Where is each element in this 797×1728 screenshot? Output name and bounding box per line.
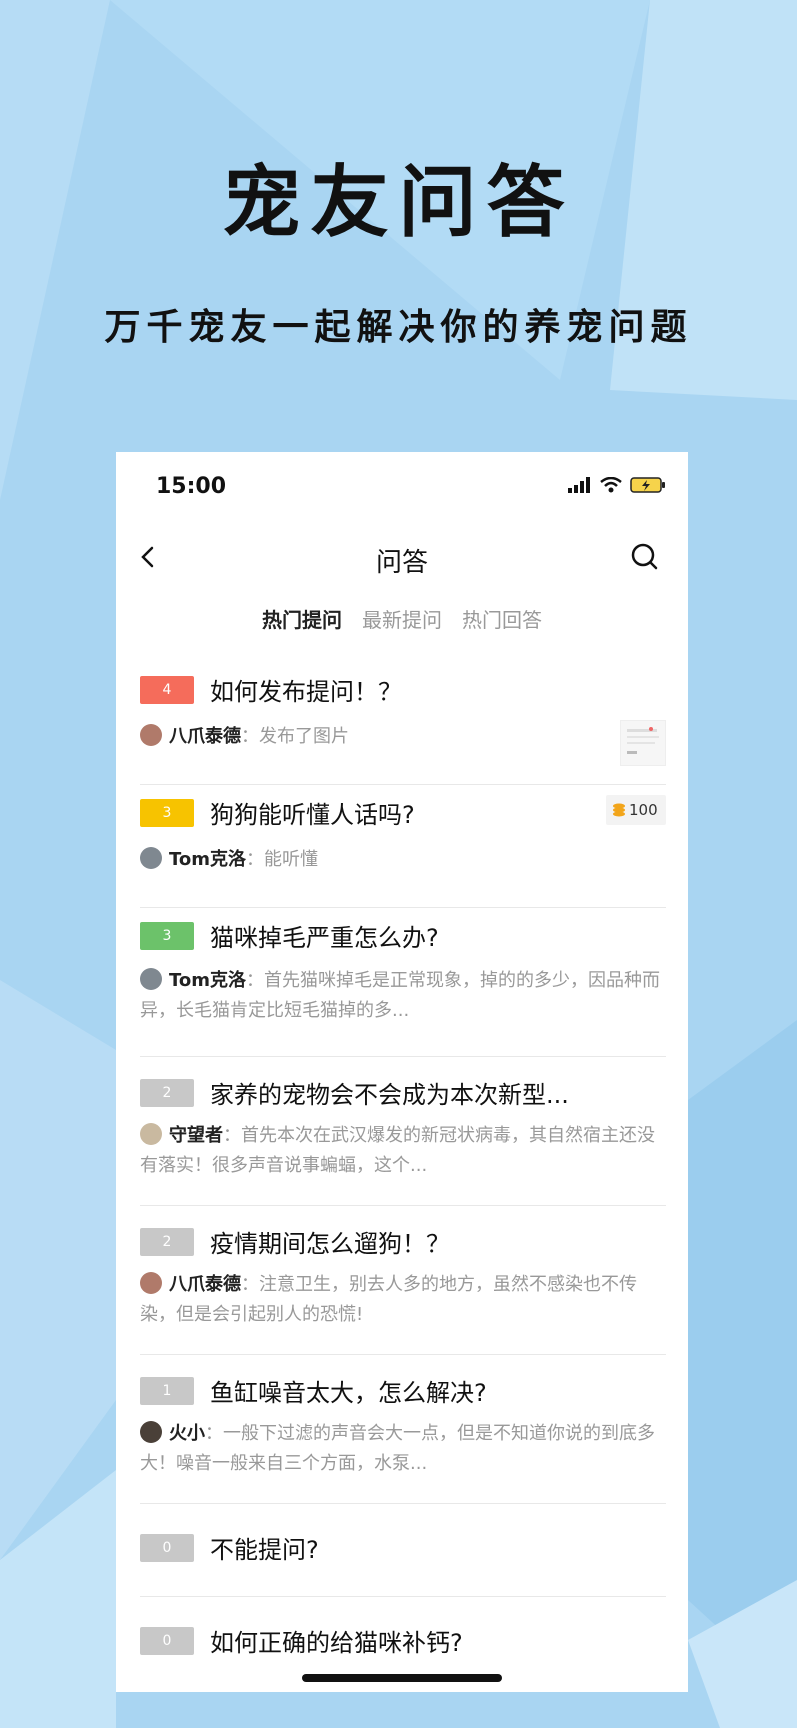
answer-preview: 火小：一般下过滤的声音会大一点，但是不知道你说的到底多大！噪音一般来自三个方面，… [140, 1419, 666, 1479]
answer-author: Tom克洛 [169, 970, 247, 991]
answer-separator: ： [205, 1423, 223, 1444]
answer-separator: ： [246, 849, 265, 870]
answer-count-badge: 0 [140, 1627, 194, 1655]
answer-preview: Tom克洛：首先猫咪掉毛是正常现象，掉的的多少，因品种而异，长毛猫肯定比短毛猫掉… [140, 966, 666, 1026]
answer-author: 八爪泰德 [169, 1274, 241, 1295]
avatar [140, 847, 162, 869]
answer-count-badge: 4 [140, 676, 194, 704]
status-bar: 15:00 [116, 452, 688, 512]
answer-image-thumbnail[interactable] [620, 720, 666, 766]
answer-author: 火小 [169, 1423, 205, 1444]
answer-count-badge: 3 [140, 799, 194, 827]
status-time: 15:00 [156, 474, 227, 499]
question-list: 4 如何发布提问！？ 八爪泰德：发布了图片 3 狗狗能听懂人话吗? 100 To… [140, 662, 666, 1689]
question-item[interactable]: 3 猫咪掉毛严重怎么办? Tom克洛：首先猫咪掉毛是正常现象，掉的的多少，因品种… [140, 908, 666, 1057]
avatar [140, 724, 162, 746]
question-item[interactable]: 0 不能提问? [140, 1504, 666, 1597]
status-icons [568, 476, 666, 494]
answer-text: 能听懂 [264, 849, 319, 870]
answer-count-badge: 3 [140, 922, 194, 950]
image-thumbnail-icon [627, 727, 659, 754]
question-item[interactable]: 4 如何发布提问！？ 八爪泰德：发布了图片 [140, 662, 666, 785]
promo-headline: 宠友问答 [222, 158, 575, 248]
question-title: 如何正确的给猫咪补钙? [210, 1629, 463, 1657]
tab-bar: 热门提问 最新提问 热门回答 [116, 604, 688, 633]
answer-author: Tom克洛 [169, 849, 247, 870]
avatar [140, 1272, 162, 1294]
answer-author: 守望者 [169, 1125, 223, 1146]
answer-preview: Tom克洛：能听懂 [140, 845, 666, 875]
coin-stack-icon [613, 803, 625, 817]
answer-preview: 八爪泰德：发布了图片 [140, 722, 580, 752]
question-item[interactable]: 2 家养的宠物会不会成为本次新型... 守望者：首先本次在武汉爆发的新冠状病毒，… [140, 1057, 666, 1206]
answer-count-badge: 2 [140, 1079, 194, 1107]
tab-latest-questions[interactable]: 最新提问 [362, 604, 442, 633]
battery-icon [630, 477, 665, 493]
answer-preview: 守望者：首先本次在武汉爆发的新冠状病毒，其自然宿主还没有落实！很多声音说事蝙蝠，… [140, 1121, 666, 1181]
avatar [140, 1123, 162, 1145]
question-title: 家养的宠物会不会成为本次新型... [210, 1081, 569, 1109]
answer-count-badge: 0 [140, 1534, 194, 1562]
answer-separator: ： [241, 1274, 259, 1295]
home-indicator[interactable] [302, 1674, 502, 1682]
search-icon[interactable] [630, 542, 660, 572]
reward-amount: 100 [629, 801, 658, 819]
question-title: 狗狗能听懂人话吗? [210, 801, 415, 829]
question-item[interactable]: 2 疫情期间怎么遛狗！？ 八爪泰德：注意卫生，别去人多的地方，虽然不感染也不传染… [140, 1206, 666, 1355]
avatar [140, 1421, 162, 1443]
promo-subline: 万千宠友一起解决你的养宠问题 [104, 307, 693, 348]
question-title: 疫情期间怎么遛狗！？ [210, 1230, 450, 1258]
question-item[interactable]: 1 鱼缸噪音太大，怎么解决? 火小：一般下过滤的声音会大一点，但是不知道你说的到… [140, 1355, 666, 1504]
answer-author: 八爪泰德 [169, 726, 241, 747]
answer-preview: 八爪泰德：注意卫生，别去人多的地方，虽然不感染也不传染，但是会引起别人的恐慌! [140, 1270, 666, 1330]
tab-hot-answers[interactable]: 热门回答 [462, 604, 542, 633]
answer-count-badge: 2 [140, 1228, 194, 1256]
reward-tag: 100 [606, 795, 666, 825]
answer-separator: ： [241, 726, 259, 747]
question-item[interactable]: 3 狗狗能听懂人话吗? 100 Tom克洛：能听懂 [140, 785, 666, 908]
answer-separator: ： [246, 970, 265, 991]
question-title: 鱼缸噪音太大，怎么解决? [210, 1379, 487, 1407]
question-title: 不能提问? [210, 1536, 319, 1564]
wifi-icon [600, 477, 622, 493]
answer-count-badge: 1 [140, 1377, 194, 1405]
nav-title: 问答 [375, 548, 428, 578]
signal-icon [568, 477, 590, 493]
answer-separator: ： [223, 1125, 241, 1146]
tab-hot-questions[interactable]: 热门提问 [262, 604, 342, 633]
avatar [140, 968, 162, 990]
answer-text: 发布了图片 [259, 726, 349, 747]
question-title: 如何发布提问！？ [210, 678, 402, 706]
question-title: 猫咪掉毛严重怎么办? [210, 924, 439, 952]
nav-bar: 问答 [116, 530, 688, 586]
phone-screen: 15:00 问答 热门提问 最新提问 热门回答 4 如何发布提问！？ 八爪泰德：… [116, 452, 688, 1692]
